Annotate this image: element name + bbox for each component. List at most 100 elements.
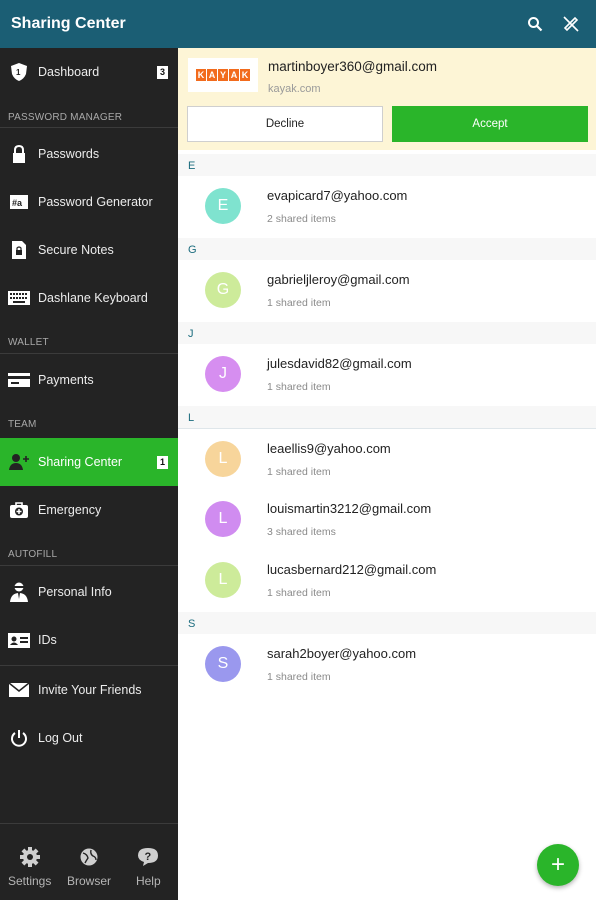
- pending-share-request: KAYAK martinboyer360@gmail.com kayak.com…: [178, 48, 596, 150]
- browser-button[interactable]: Browser: [59, 824, 118, 900]
- add-share-button[interactable]: +: [537, 844, 579, 886]
- section-header: L: [178, 406, 596, 430]
- sidebar-item-log-out[interactable]: Log Out: [0, 714, 178, 762]
- section-header: S: [178, 612, 596, 636]
- sidebar-item-label: Password Generator: [38, 195, 153, 209]
- avatar: S: [205, 646, 241, 682]
- sidebar-item-label: Dashlane Keyboard: [38, 291, 148, 305]
- kayak-logo: KAYAK: [188, 58, 258, 92]
- app-bar: Sharing Center: [0, 0, 596, 48]
- sidebar-bottom-bar: Settings Browser ? Help: [0, 823, 178, 900]
- sidebar-item-payments[interactable]: Payments: [0, 356, 178, 404]
- section-letter: S: [188, 618, 196, 630]
- person-icon: [8, 581, 30, 603]
- logo-letter: Y: [218, 69, 228, 81]
- shared-count: 1 shared item: [267, 587, 331, 599]
- sidebar-item-sharing-center[interactable]: Sharing Center 1: [0, 438, 178, 486]
- shield-icon: 1: [8, 61, 30, 83]
- shared-count: 1 shared item: [267, 671, 331, 683]
- notification-badge: 1: [157, 455, 168, 469]
- notification-badge: 3: [157, 65, 168, 79]
- contact-row[interactable]: J julesdavid82@gmail.com 1 shared item: [178, 344, 596, 405]
- sidebar-item-passwords[interactable]: Passwords: [0, 130, 178, 178]
- sidebar-item-label: Invite Your Friends: [38, 683, 142, 697]
- id-card-icon: [8, 629, 30, 651]
- sidebar-item-label: Payments: [38, 373, 94, 387]
- sidebar-item-invite-friends[interactable]: Invite Your Friends: [0, 666, 178, 714]
- sidebar-item-emergency[interactable]: Emergency: [0, 486, 178, 534]
- sharing-center-content: KAYAK martinboyer360@gmail.com kayak.com…: [178, 48, 596, 900]
- contact-row[interactable]: G gabrieljleroy@gmail.com 1 shared item: [178, 260, 596, 321]
- logo-letter: A: [229, 69, 239, 81]
- help-label: Help: [135, 874, 161, 888]
- card-icon: [8, 369, 30, 391]
- settings-button[interactable]: Settings: [0, 824, 59, 900]
- browser-label: Browser: [66, 874, 111, 888]
- shared-count: 1 shared item: [267, 381, 331, 393]
- request-site: kayak.com: [268, 83, 321, 95]
- divider: [0, 353, 178, 354]
- sidebar-item-label: Log Out: [38, 731, 83, 745]
- avatar: L: [205, 441, 241, 477]
- section-header: G: [178, 238, 596, 262]
- svg-text:1: 1: [16, 68, 21, 77]
- contact-email: leaellis9@yahoo.com: [267, 441, 391, 456]
- accept-button[interactable]: Accept: [392, 106, 588, 142]
- help-icon: ?: [137, 846, 159, 868]
- section-header: E: [178, 154, 596, 178]
- shared-count: 3 shared items: [267, 526, 336, 538]
- keyboard-icon: [8, 287, 30, 309]
- divider: [0, 127, 178, 128]
- avatar: L: [205, 562, 241, 598]
- contact-row[interactable]: S sarah2boyer@yahoo.com 1 shared item: [178, 634, 596, 695]
- contact-row[interactable]: L lucasbernard212@gmail.com 1 shared ite…: [178, 550, 596, 611]
- avatar: G: [205, 272, 241, 308]
- sidebar-item-label: Sharing Center: [38, 455, 123, 469]
- request-sender-email: martinboyer360@gmail.com: [268, 59, 438, 74]
- page-title: Sharing Center: [11, 15, 126, 32]
- settings-label: Settings: [7, 874, 52, 888]
- contact-row[interactable]: L leaellis9@yahoo.com 1 shared item: [178, 429, 596, 490]
- help-button[interactable]: ? Help: [119, 824, 178, 900]
- sync-disabled-icon[interactable]: [560, 13, 582, 35]
- section-label-wallet: WALLET: [8, 337, 49, 348]
- sidebar-item-password-generator[interactable]: #a Password Generator: [0, 178, 178, 226]
- contact-email: evapicard7@yahoo.com: [267, 188, 408, 203]
- divider: [0, 565, 178, 566]
- sharing-icon: [8, 451, 30, 473]
- sidebar-item-personal-info[interactable]: Personal Info: [0, 568, 178, 616]
- sidebar-item-label: Passwords: [38, 147, 100, 161]
- section-header: J: [178, 322, 596, 346]
- generator-icon: #a: [8, 191, 30, 213]
- avatar: J: [205, 356, 241, 392]
- logo-letter: A: [207, 69, 217, 81]
- decline-button[interactable]: Decline: [187, 106, 383, 142]
- logo-letter: K: [196, 69, 206, 81]
- shared-count: 1 shared item: [267, 466, 331, 478]
- contact-email: gabrieljleroy@gmail.com: [267, 272, 410, 287]
- envelope-icon: [8, 679, 30, 701]
- contact-email: julesdavid82@gmail.com: [267, 356, 412, 371]
- note-lock-icon: [8, 239, 30, 261]
- sidebar-item-secure-notes[interactable]: Secure Notes: [0, 226, 178, 274]
- section-label-password-manager: PASSWORD MANAGER: [8, 112, 123, 123]
- search-icon[interactable]: [524, 13, 546, 35]
- section-letter: E: [188, 160, 196, 172]
- gear-icon: [19, 846, 41, 868]
- sidebar-item-dashboard[interactable]: 1 Dashboard 3: [0, 48, 178, 96]
- section-letter: G: [188, 244, 197, 256]
- power-icon: [8, 727, 30, 749]
- avatar: L: [205, 501, 241, 537]
- lock-icon: [8, 143, 30, 165]
- contact-email: sarah2boyer@yahoo.com: [267, 646, 417, 661]
- contact-row[interactable]: E evapicard7@yahoo.com 2 shared items: [178, 176, 596, 237]
- contact-email: lucasbernard212@gmail.com: [267, 562, 437, 577]
- shared-count: 2 shared items: [267, 213, 336, 225]
- section-label-team: TEAM: [8, 419, 37, 430]
- sidebar-item-ids[interactable]: IDs: [0, 616, 178, 664]
- emergency-kit-icon: [8, 499, 30, 521]
- sidebar-item-dashlane-keyboard[interactable]: Dashlane Keyboard: [0, 274, 178, 322]
- sidebar-item-label: Dashboard: [38, 65, 100, 79]
- contact-row[interactable]: L louismartin3212@gmail.com 3 shared ite…: [178, 489, 596, 550]
- svg-text:#a: #a: [12, 198, 23, 208]
